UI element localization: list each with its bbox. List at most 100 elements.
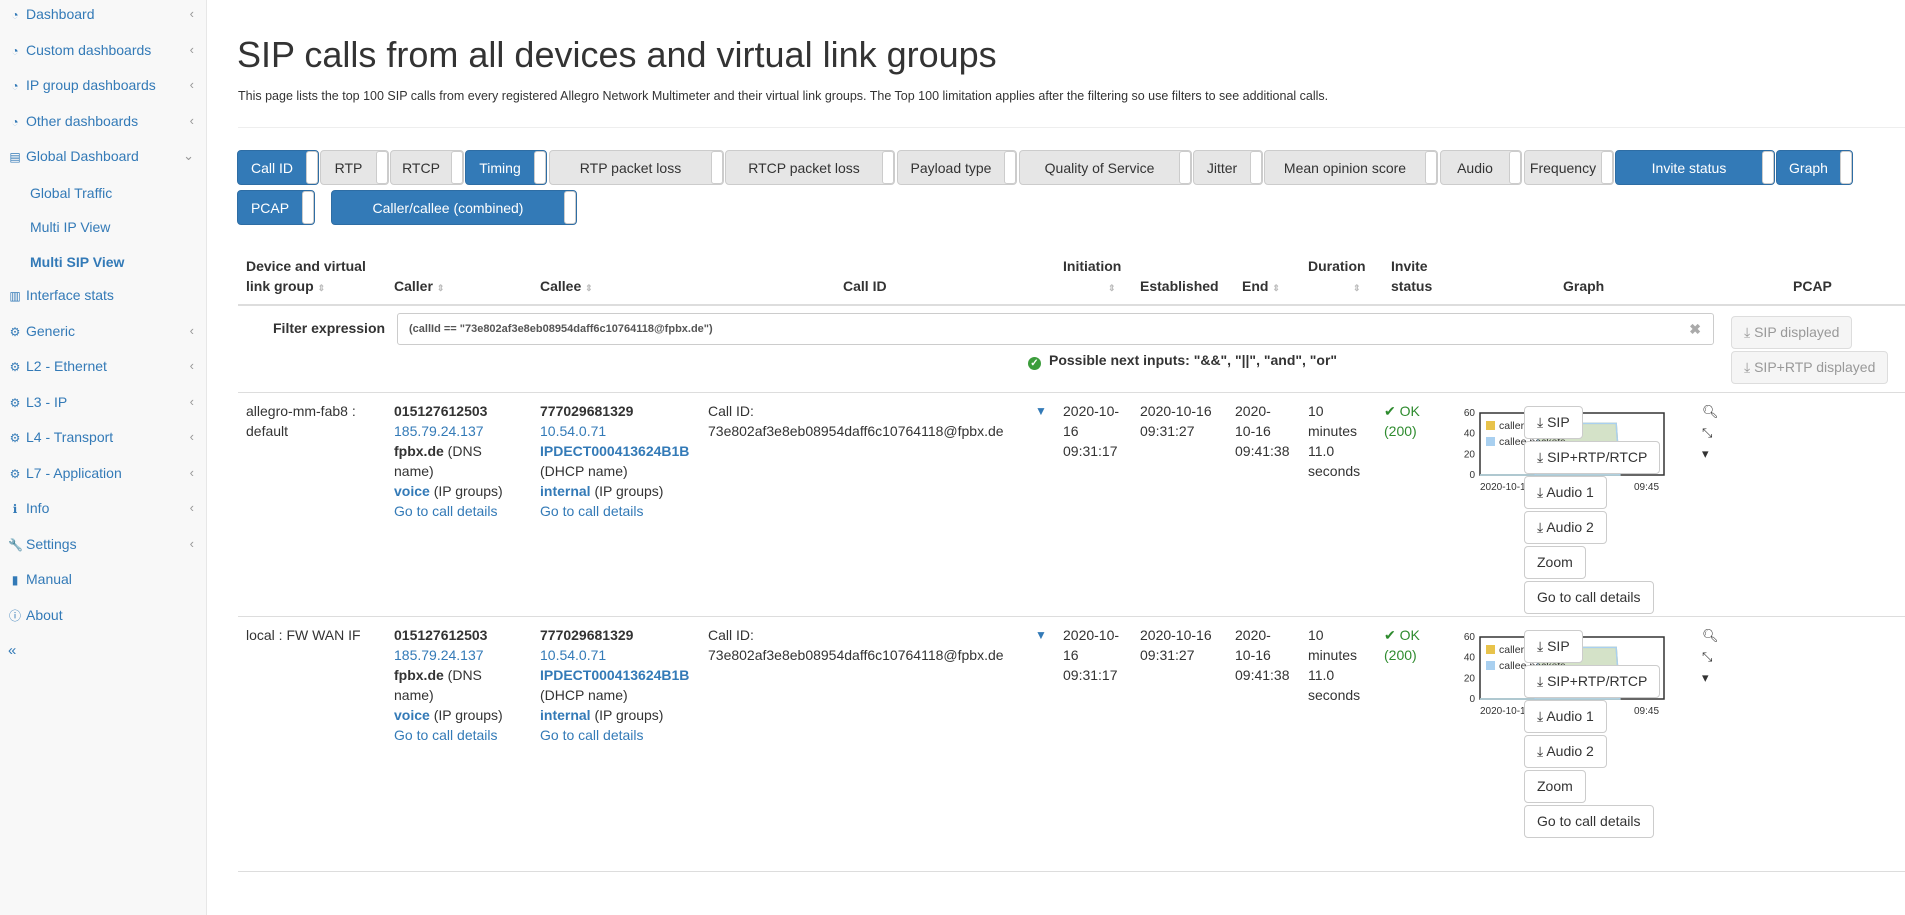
toggle-call-id[interactable]: Call ID <box>237 150 319 185</box>
chevron-icon: ‹ <box>189 112 194 128</box>
sidebar-subitem-global-traffic[interactable]: Global Traffic <box>0 178 206 213</box>
toggle-caller-callee-combined-[interactable]: Caller/callee (combined) <box>331 190 577 225</box>
toggle-rtcp[interactable]: RTCP <box>390 150 464 185</box>
legend-swatch <box>1486 437 1495 446</box>
toggle-pcap[interactable]: PCAP <box>237 190 315 225</box>
sidebar-item-other-dashboards[interactable]: ◔ Other dashboards ‹ <box>0 107 206 143</box>
divider <box>238 127 1905 128</box>
toggle-quality-of-service[interactable]: Quality of Service <box>1019 150 1192 185</box>
y-tick-label: 0 <box>1469 694 1475 705</box>
filter-icon[interactable]: ▼ <box>1035 628 1047 642</box>
clear-filter-icon[interactable]: ✖ <box>1689 314 1701 344</box>
callee-ip-link[interactable]: 10.54.0.71 <box>540 423 606 439</box>
toggle-rtp-packet-loss[interactable]: RTP packet loss <box>549 150 724 185</box>
caret-down-icon[interactable]: ▾ <box>1702 443 1719 464</box>
toggle-frequency[interactable]: Frequency <box>1524 150 1614 185</box>
caller-ip-link[interactable]: 185.79.24.137 <box>394 647 484 663</box>
sidebar: ◔ Dashboard ‹ ◔ Custom dashboards ‹ ◔ IP group … <box>0 0 207 915</box>
caller-details-link[interactable]: Go to call details <box>394 503 498 519</box>
sidebar-item-interface-stats[interactable]: ▥ Interface stats <box>0 281 206 317</box>
chevron-icon: ‹ <box>189 322 194 338</box>
caller-group-link[interactable]: voice <box>394 707 430 723</box>
sidebar-item-dashboard[interactable]: ◔ Dashboard ‹ <box>0 0 206 36</box>
sidebar-item-custom-dashboards[interactable]: ◔ Custom dashboards ‹ <box>0 36 206 72</box>
sidebar-item-l4-transport[interactable]: ⚙ L4 - Transport ‹ <box>0 423 206 459</box>
zoom-icon[interactable]: 🔍︎ <box>1702 401 1719 422</box>
callee-group-link[interactable]: internal <box>540 483 591 499</box>
sidebar-subitem-multi-sip-view[interactable]: Multi SIP View <box>0 247 206 282</box>
expand-icon[interactable]: ⤡ <box>1702 422 1719 443</box>
sidebar-item-global-dashboard[interactable]: ▤ Global Dashboard ⌄ <box>0 142 206 178</box>
y-tick-label: 20 <box>1464 449 1476 460</box>
chevron-icon: ‹ <box>189 77 194 92</box>
callee-details-link[interactable]: Go to call details <box>540 503 644 519</box>
caller-group-link[interactable]: voice <box>394 483 430 499</box>
col-caller-header[interactable]: Caller ⇕ <box>394 276 444 298</box>
toggle-timing[interactable]: Timing <box>465 150 547 185</box>
sidebar-subitem-multi-ip-view[interactable]: Multi IP View <box>0 212 206 247</box>
callee-dhcp-link[interactable]: IPDECT000413624B1B <box>540 667 689 683</box>
toggle-invite-status[interactable]: Invite status <box>1615 150 1775 185</box>
end-cell: 2020- 10-16 09:41:38 <box>1235 403 1290 459</box>
audio1-button[interactable]: ⤓ Audio 1 <box>1524 700 1607 733</box>
filter-input[interactable]: (callId == "73e802af3e8eb08954daff6c1076… <box>397 313 1714 345</box>
sip-rtp-rtcp-button[interactable]: ⤓ SIP+RTP/RTCP <box>1524 665 1661 698</box>
sidebar-item-l2-ethernet[interactable]: ⚙ L2 - Ethernet ‹ <box>0 352 206 388</box>
toggle-rtp[interactable]: RTP <box>320 150 389 185</box>
expand-icon[interactable]: ⤡ <box>1702 646 1719 667</box>
toggle-knob <box>1509 151 1521 184</box>
download-icon: ⤓ <box>1537 414 1544 430</box>
established-cell: 2020-10-16 09:31:27 <box>1140 627 1212 663</box>
col-invite-header: Invite status <box>1391 258 1433 294</box>
sidebar-item-info[interactable]: ℹ Info ‹ <box>0 494 206 530</box>
zoom-button[interactable]: Zoom <box>1524 770 1586 803</box>
caller-details-link[interactable]: Go to call details <box>394 727 498 743</box>
zoom-icon[interactable]: 🔍︎ <box>1702 625 1719 646</box>
chevron-icon: ‹ <box>189 429 194 444</box>
col-device-header[interactable]: Device and virtual link group ⇕ <box>246 256 366 298</box>
callee-dhcp-link[interactable]: IPDECT000413624B1B <box>540 443 689 459</box>
toggle-mean-opinion-score[interactable]: Mean opinion score <box>1264 150 1438 185</box>
toggle-rtcp-packet-loss[interactable]: RTCP packet loss <box>725 150 895 185</box>
caller-dns: fpbx.de <box>394 443 444 459</box>
col-callee-header[interactable]: Callee ⇕ <box>540 276 593 298</box>
sidebar-collapse-button[interactable]: « <box>0 636 206 666</box>
toggle-graph[interactable]: Graph <box>1776 150 1853 185</box>
zoom-button[interactable]: Zoom <box>1524 546 1586 579</box>
go-to-call-details-button[interactable]: Go to call details <box>1524 581 1654 614</box>
sip-displayed-button[interactable]: ⤓ SIP displayed <box>1731 316 1853 349</box>
caret-down-icon[interactable]: ▾ <box>1702 667 1719 688</box>
sidebar-item-ip-group-dashboards[interactable]: ◔ IP group dashboards ‹ <box>0 71 206 107</box>
sidebar-item-settings[interactable]: 🔧 Settings ‹ <box>0 530 206 566</box>
audio2-button[interactable]: ⤓ Audio 2 <box>1524 511 1607 544</box>
toggle-jitter[interactable]: Jitter <box>1193 150 1263 185</box>
go-to-call-details-button[interactable]: Go to call details <box>1524 805 1654 838</box>
sip-button[interactable]: ⤓ SIP <box>1524 406 1583 439</box>
col-initiation-header[interactable]: Initiation ⇕ <box>1063 256 1121 298</box>
sip-button[interactable]: ⤓ SIP <box>1524 630 1583 663</box>
download-icon: ⤓ <box>1537 638 1544 654</box>
audio2-button[interactable]: ⤓ Audio 2 <box>1524 735 1607 768</box>
check-icon: ✔ <box>1384 403 1396 419</box>
filter-icon[interactable]: ▼ <box>1035 404 1047 418</box>
caller-number: 015127612503 <box>394 403 488 419</box>
header-divider <box>238 304 1905 306</box>
toggle-audio[interactable]: Audio <box>1440 150 1522 185</box>
callee-group-link[interactable]: internal <box>540 707 591 723</box>
callee-ip-link[interactable]: 10.54.0.71 <box>540 647 606 663</box>
sidebar-item-manual[interactable]: ▮ Manual <box>0 565 206 601</box>
sip-rtp-rtcp-button[interactable]: ⤓ SIP+RTP/RTCP <box>1524 441 1661 474</box>
table-bottom-divider <box>238 871 1905 872</box>
callee-details-link[interactable]: Go to call details <box>540 727 644 743</box>
sip-rtp-displayed-button[interactable]: ⤓ SIP+RTP displayed <box>1731 351 1889 384</box>
col-duration-header[interactable]: Duration ⇕ <box>1308 256 1366 298</box>
sidebar-item-about[interactable]: ⓘ About <box>0 601 206 637</box>
y-tick-label: 60 <box>1464 408 1476 419</box>
caller-ip-link[interactable]: 185.79.24.137 <box>394 423 484 439</box>
toggle-payload-type[interactable]: Payload type <box>897 150 1017 185</box>
audio1-button[interactable]: ⤓ Audio 1 <box>1524 476 1607 509</box>
sidebar-item-l7-application[interactable]: ⚙ L7 - Application ‹ <box>0 459 206 495</box>
sidebar-item-l3-ip[interactable]: ⚙ L3 - IP ‹ <box>0 388 206 424</box>
sidebar-item-generic[interactable]: ⚙ Generic ‹ <box>0 317 206 353</box>
col-end-header[interactable]: End ⇕ <box>1242 276 1280 298</box>
